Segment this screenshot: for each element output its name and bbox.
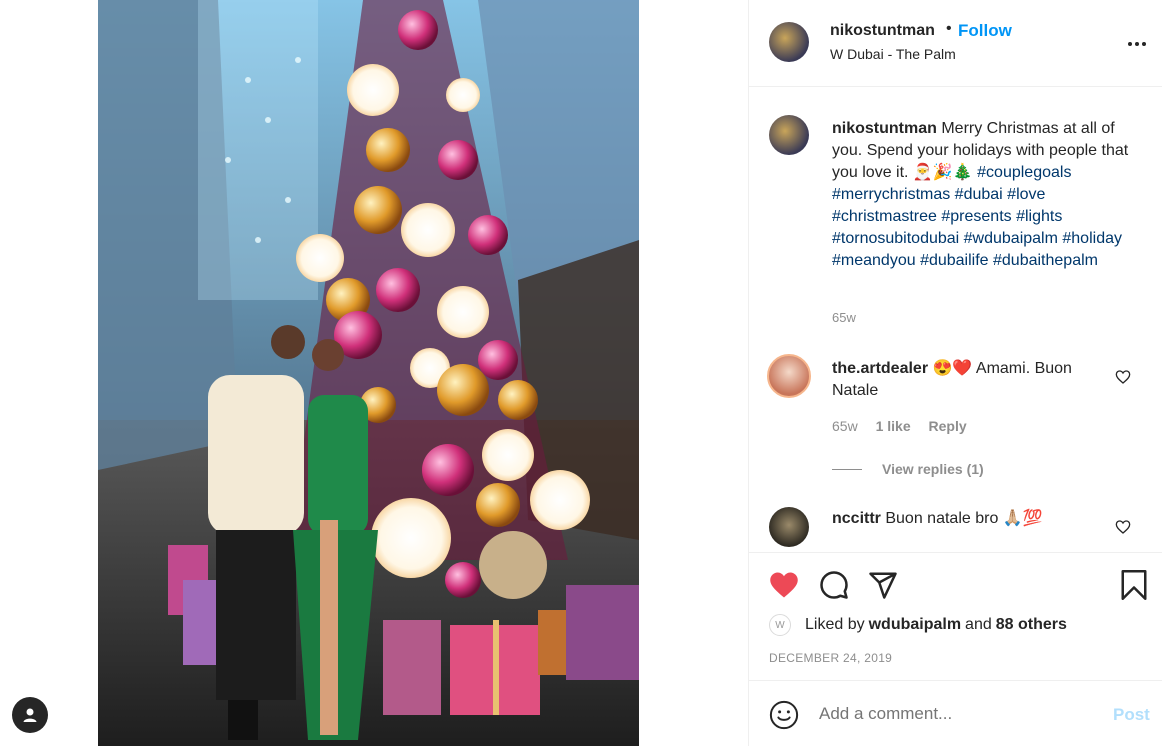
- post-date[interactable]: DECEMBER 24, 2019: [769, 651, 892, 665]
- post-photo[interactable]: [98, 0, 639, 746]
- more-icon: [1128, 42, 1146, 46]
- separator-dot: •: [946, 20, 952, 37]
- smile-icon: [769, 700, 799, 730]
- poster-username[interactable]: nikostuntman: [830, 22, 935, 40]
- comment-likes[interactable]: 1 like: [876, 418, 911, 434]
- comment-text: the.artdealer 😍❤️ Amami. Buon Natale: [832, 358, 1102, 402]
- post-actions: W Liked by wdubaipalm and 88 others DECE…: [749, 552, 1162, 681]
- share-button[interactable]: [867, 569, 899, 601]
- comment-avatar[interactable]: [769, 507, 809, 547]
- heart-icon: [770, 572, 798, 598]
- account-avatar-button[interactable]: [12, 697, 48, 733]
- caption-text: nikostuntman Merry Christmas at all of y…: [832, 118, 1142, 272]
- comment-like-button[interactable]: [1115, 519, 1131, 535]
- heart-icon: [1115, 520, 1131, 534]
- replies-divider: [832, 469, 862, 470]
- comment-username[interactable]: the.artdealer: [832, 360, 928, 377]
- like-button[interactable]: [768, 569, 800, 601]
- comment-avatar[interactable]: [767, 354, 811, 398]
- comment-input[interactable]: [819, 704, 1079, 724]
- liked-by: W Liked by wdubaipalm and 88 others: [769, 611, 1071, 639]
- emoji-button[interactable]: [769, 700, 799, 730]
- share-icon: [869, 572, 897, 599]
- user-icon: [23, 708, 37, 722]
- liked-by-others[interactable]: 88 others: [996, 616, 1067, 634]
- view-replies-button[interactable]: View replies (1): [882, 461, 984, 477]
- more-options-button[interactable]: [1125, 32, 1149, 56]
- post-sidebar: nikostuntman • Follow W Dubai - The Palm…: [748, 0, 1162, 746]
- add-comment-bar: Post: [749, 680, 1162, 747]
- post-location[interactable]: W Dubai - The Palm: [830, 46, 956, 62]
- heart-icon: [1115, 370, 1131, 384]
- follow-button[interactable]: Follow: [958, 21, 1012, 41]
- liked-by-join: and: [965, 616, 992, 633]
- comment-like-button[interactable]: [1115, 369, 1131, 385]
- comment-reply-button[interactable]: Reply: [929, 418, 967, 434]
- comment-button[interactable]: [818, 569, 850, 601]
- poster-avatar[interactable]: [769, 22, 809, 62]
- comments-list[interactable]: nikostuntman Merry Christmas at all of y…: [749, 87, 1162, 552]
- photo-artwork: [98, 0, 639, 746]
- caption-username[interactable]: nikostuntman: [832, 120, 937, 137]
- save-button[interactable]: [1118, 569, 1150, 601]
- comment-username[interactable]: nccittr: [832, 510, 881, 527]
- comment-meta: 65w 1 like Reply: [832, 418, 981, 434]
- caption-avatar[interactable]: [769, 115, 809, 155]
- bookmark-icon: [1121, 570, 1147, 600]
- caption-timestamp[interactable]: 65w: [832, 310, 856, 325]
- post-comment-button[interactable]: Post: [1113, 705, 1150, 725]
- post-header: nikostuntman • Follow W Dubai - The Palm: [749, 0, 1162, 87]
- comment-icon: [820, 571, 848, 599]
- comment-body: Buon natale bro 🙏🏼💯: [885, 510, 1043, 527]
- comment-time[interactable]: 65w: [832, 418, 858, 434]
- liker-avatar[interactable]: W: [769, 614, 791, 636]
- liked-by-user[interactable]: wdubaipalm: [869, 616, 961, 634]
- comment-text: nccittr Buon natale bro 🙏🏼💯: [832, 508, 1102, 530]
- liked-by-prefix: Liked by: [805, 616, 865, 633]
